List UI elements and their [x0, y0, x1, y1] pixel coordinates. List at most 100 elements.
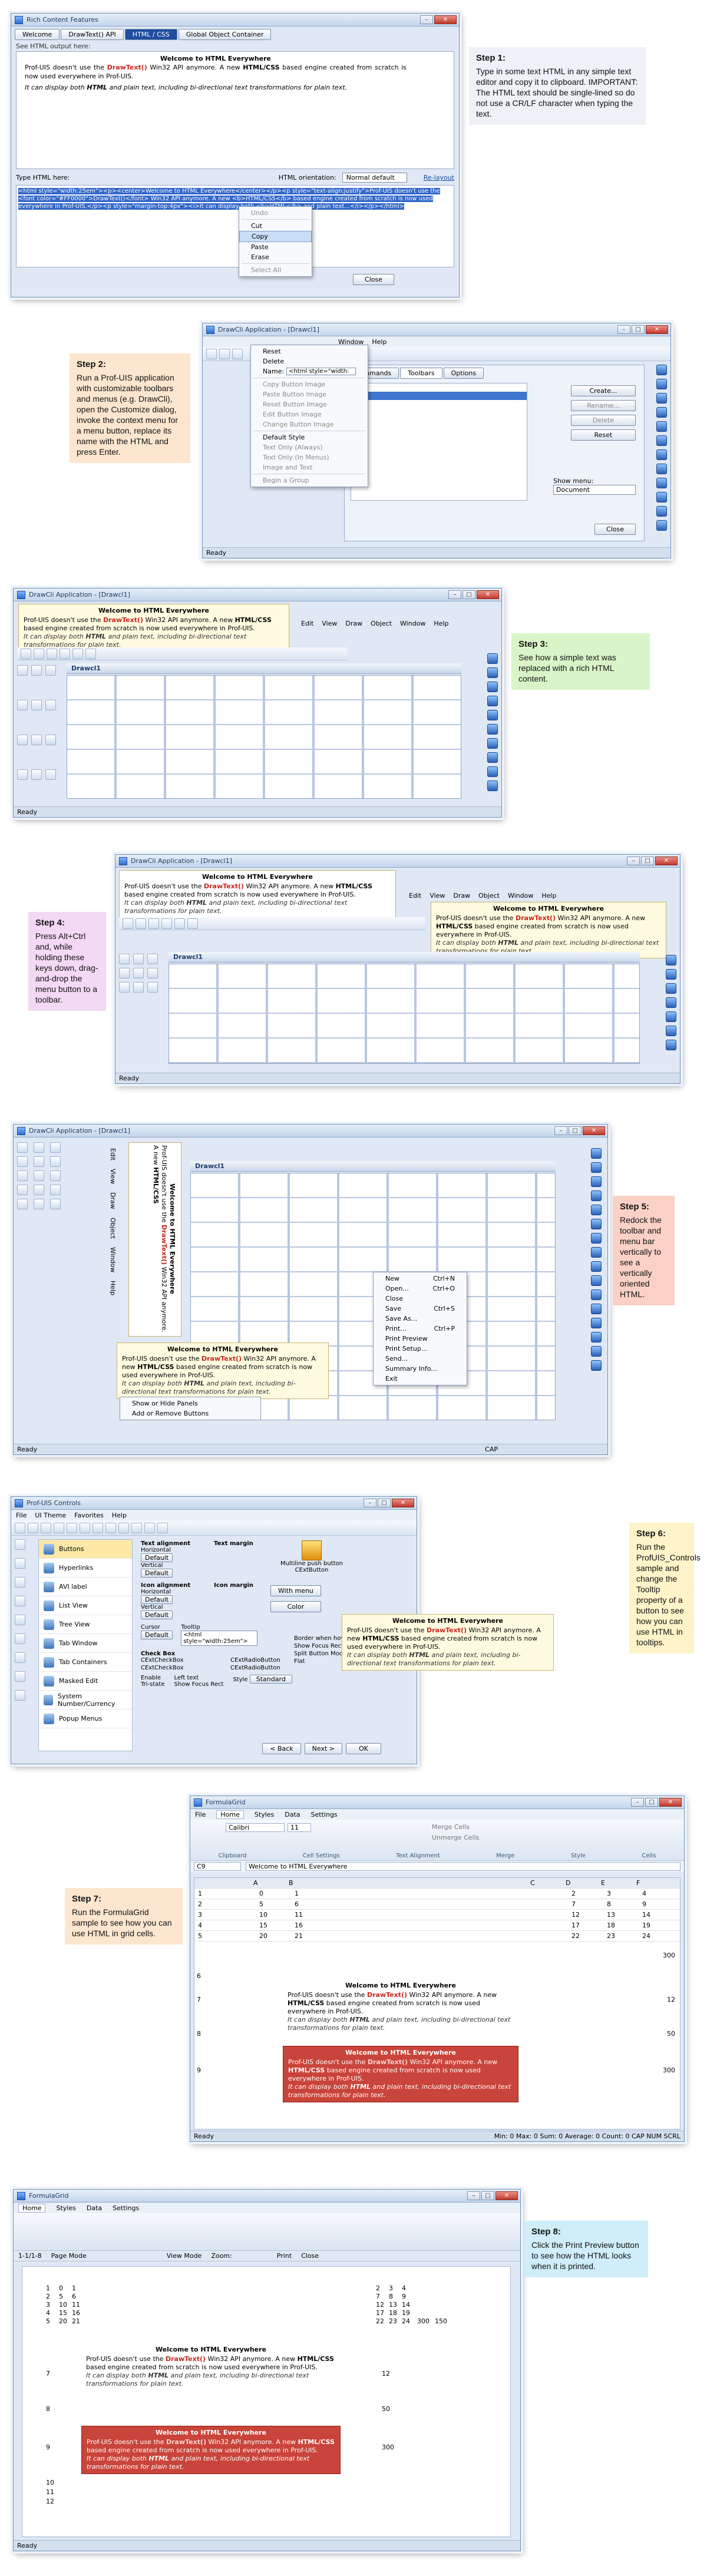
html-menu-button[interactable]: Welcome to HTML Everywhere Prof-UIS does… [119, 870, 396, 918]
minimize-button[interactable]: – [554, 1126, 567, 1135]
table-row[interactable]: 3 10 11 12 13 14 [194, 1910, 680, 1920]
menu-draw[interactable]: Draw [345, 620, 362, 627]
menu-erase[interactable]: Erase [239, 252, 312, 262]
maximize-button[interactable]: □ [569, 1126, 582, 1135]
doc-tab[interactable]: Drawcl1 [190, 1161, 556, 1172]
open-icon[interactable] [136, 918, 146, 929]
close-preview-button[interactable]: Close [301, 2252, 319, 2260]
view-mode-button[interactable]: View Mode [167, 2252, 202, 2260]
vmenu-window[interactable]: Window [109, 1247, 117, 1272]
minimize-button[interactable]: – [467, 2191, 480, 2200]
menu-ui-theme[interactable]: UI Theme [35, 1512, 66, 1519]
new-icon[interactable] [21, 648, 31, 659]
show-menu-select[interactable]: Document [553, 485, 636, 495]
menu-view[interactable]: View [430, 892, 445, 900]
ctx-reset[interactable]: Reset [251, 346, 368, 356]
rect-icon[interactable] [72, 648, 83, 659]
zoom-select[interactable]: Zoom: [211, 2252, 232, 2260]
column-header[interactable]: D [566, 1879, 570, 1887]
icon-vertical-select[interactable]: Default [141, 1611, 173, 1619]
menu-view[interactable]: View [322, 620, 337, 627]
file-menu-item[interactable]: Close [374, 1294, 467, 1304]
horizontal-select[interactable]: Default [141, 1553, 173, 1562]
menu-paste[interactable]: Paste [239, 242, 312, 252]
menu-draw[interactable]: Draw [453, 892, 470, 900]
close-window-button[interactable]: ✕ [646, 325, 668, 334]
maximize-button[interactable]: □ [632, 325, 645, 334]
menu-undo[interactable]: Undo [239, 208, 312, 218]
nav-item[interactable]: Tab Containers [39, 1653, 132, 1672]
paste-icon[interactable] [187, 918, 198, 929]
maximize-button[interactable]: □ [645, 1798, 658, 1807]
column-header[interactable]: E [601, 1879, 605, 1887]
create-button[interactable]: Create... [571, 385, 636, 396]
nav-item[interactable]: AVI label [39, 1578, 132, 1596]
nav-item[interactable]: List View [39, 1596, 132, 1615]
ctx-paste-image[interactable]: Paste Button Image [251, 389, 368, 399]
file-menu-item[interactable]: New Ctrl+N [374, 1274, 467, 1284]
minimize-button[interactable]: – [420, 15, 433, 24]
minimize-button[interactable]: – [448, 590, 461, 599]
menu-help[interactable]: Help [372, 338, 386, 346]
tab-drawtext[interactable]: DrawText() API [61, 29, 124, 40]
ribbon-tab-home[interactable]: Home [18, 2203, 46, 2213]
orientation-select[interactable]: Normal default [342, 173, 407, 183]
file-menu-item[interactable]: Open... Ctrl+O [374, 1284, 467, 1294]
nav-item[interactable]: Popup Menus [39, 1709, 132, 1728]
minimize-button[interactable]: – [627, 857, 640, 865]
dialog-close-button[interactable]: Close [594, 524, 636, 535]
ctx-edit-image[interactable]: Edit Button Image [251, 409, 368, 419]
tristate-check[interactable]: Tri-state [141, 1681, 164, 1688]
html-toolbar-button[interactable]: Welcome to HTML Everywhere Prof-UIS does… [431, 902, 666, 958]
menu-help[interactable]: Help [541, 892, 556, 900]
open-icon[interactable] [219, 348, 230, 359]
nav-item[interactable]: System Number/Currency [39, 1691, 132, 1709]
ctx-reset-image[interactable]: Reset Button Image [251, 399, 368, 409]
cut-icon[interactable] [161, 918, 172, 929]
menu-cut[interactable]: Cut [239, 221, 312, 231]
cb-checkbox-1[interactable]: CExtCheckBox [141, 1657, 229, 1664]
enable-check[interactable]: Enable [141, 1675, 164, 1681]
tab-global-object[interactable]: Global Object Container [178, 29, 272, 40]
color-button[interactable]: Color [270, 1601, 321, 1612]
ribbon-tab-styles[interactable]: Styles [255, 1811, 274, 1818]
rename-button[interactable]: Rename... [571, 400, 636, 411]
file-menu-item[interactable]: Send... [374, 1354, 467, 1364]
menu-help[interactable]: Help [112, 1512, 127, 1519]
menu-object[interactable]: Object [478, 892, 500, 900]
cell-reference-box[interactable]: C9 [194, 1862, 241, 1871]
html-menu-button[interactable]: Welcome to HTML Everywhere Prof-UIS does… [18, 604, 289, 652]
minimize-button[interactable]: – [631, 1798, 644, 1807]
ellipse-icon[interactable] [85, 648, 96, 659]
multiline-push-button[interactable]: Multiline push button CExtButton [276, 1540, 347, 1573]
table-row[interactable]: 4 15 16 17 18 19 [194, 1920, 680, 1931]
minimize-button[interactable]: – [617, 325, 630, 334]
cursor-select[interactable]: Default [141, 1631, 173, 1639]
tab-toolbars[interactable]: Toolbars [400, 368, 442, 379]
spreadsheet-grid[interactable]: A B C D E F 1 0 1 2 3 4 2 5 6 7 8 9 3 10 11 12 13 14 4 15 16 17 18 19… [194, 1877, 680, 2129]
with-menu-button[interactable]: With menu [270, 1585, 321, 1596]
ribbon-tab-data[interactable]: Data [285, 1811, 300, 1818]
ribbon-tab-settings[interactable]: Settings [113, 2204, 139, 2212]
relayout-link[interactable]: Re-layout [424, 174, 454, 181]
show-hide-panels[interactable]: Show or Hide Panels [120, 1398, 260, 1408]
ribbon-tab-settings[interactable]: Settings [311, 1811, 338, 1818]
tooltip-input[interactable]: <html style="width:25em"> [181, 1631, 258, 1646]
menu-copy[interactable]: Copy [239, 231, 312, 242]
doc-tab[interactable]: Drawcl1 [67, 663, 461, 674]
new-icon[interactable] [206, 348, 217, 359]
ctx-copy-image[interactable]: Copy Button Image [251, 379, 368, 389]
ribbon-tab-styles[interactable]: Styles [56, 2204, 75, 2212]
open-icon[interactable] [34, 648, 44, 659]
maximize-button[interactable]: □ [462, 590, 475, 599]
maximize-button[interactable]: □ [641, 857, 654, 865]
html-popup-item[interactable]: Welcome to HTML Everywhere Prof-UIS does… [117, 1342, 329, 1399]
close-window-button[interactable]: ✕ [495, 2191, 518, 2200]
table-row[interactable]: 2 5 6 7 8 9 [194, 1899, 680, 1910]
close-window-button[interactable]: ✕ [434, 15, 457, 24]
size-select[interactable]: 11 [288, 1823, 311, 1832]
back-button[interactable]: < Back [262, 1743, 301, 1754]
nav-item[interactable]: Tree View [39, 1615, 132, 1634]
ok-button[interactable]: OK [346, 1743, 381, 1754]
print-button[interactable]: Print [277, 2252, 292, 2260]
